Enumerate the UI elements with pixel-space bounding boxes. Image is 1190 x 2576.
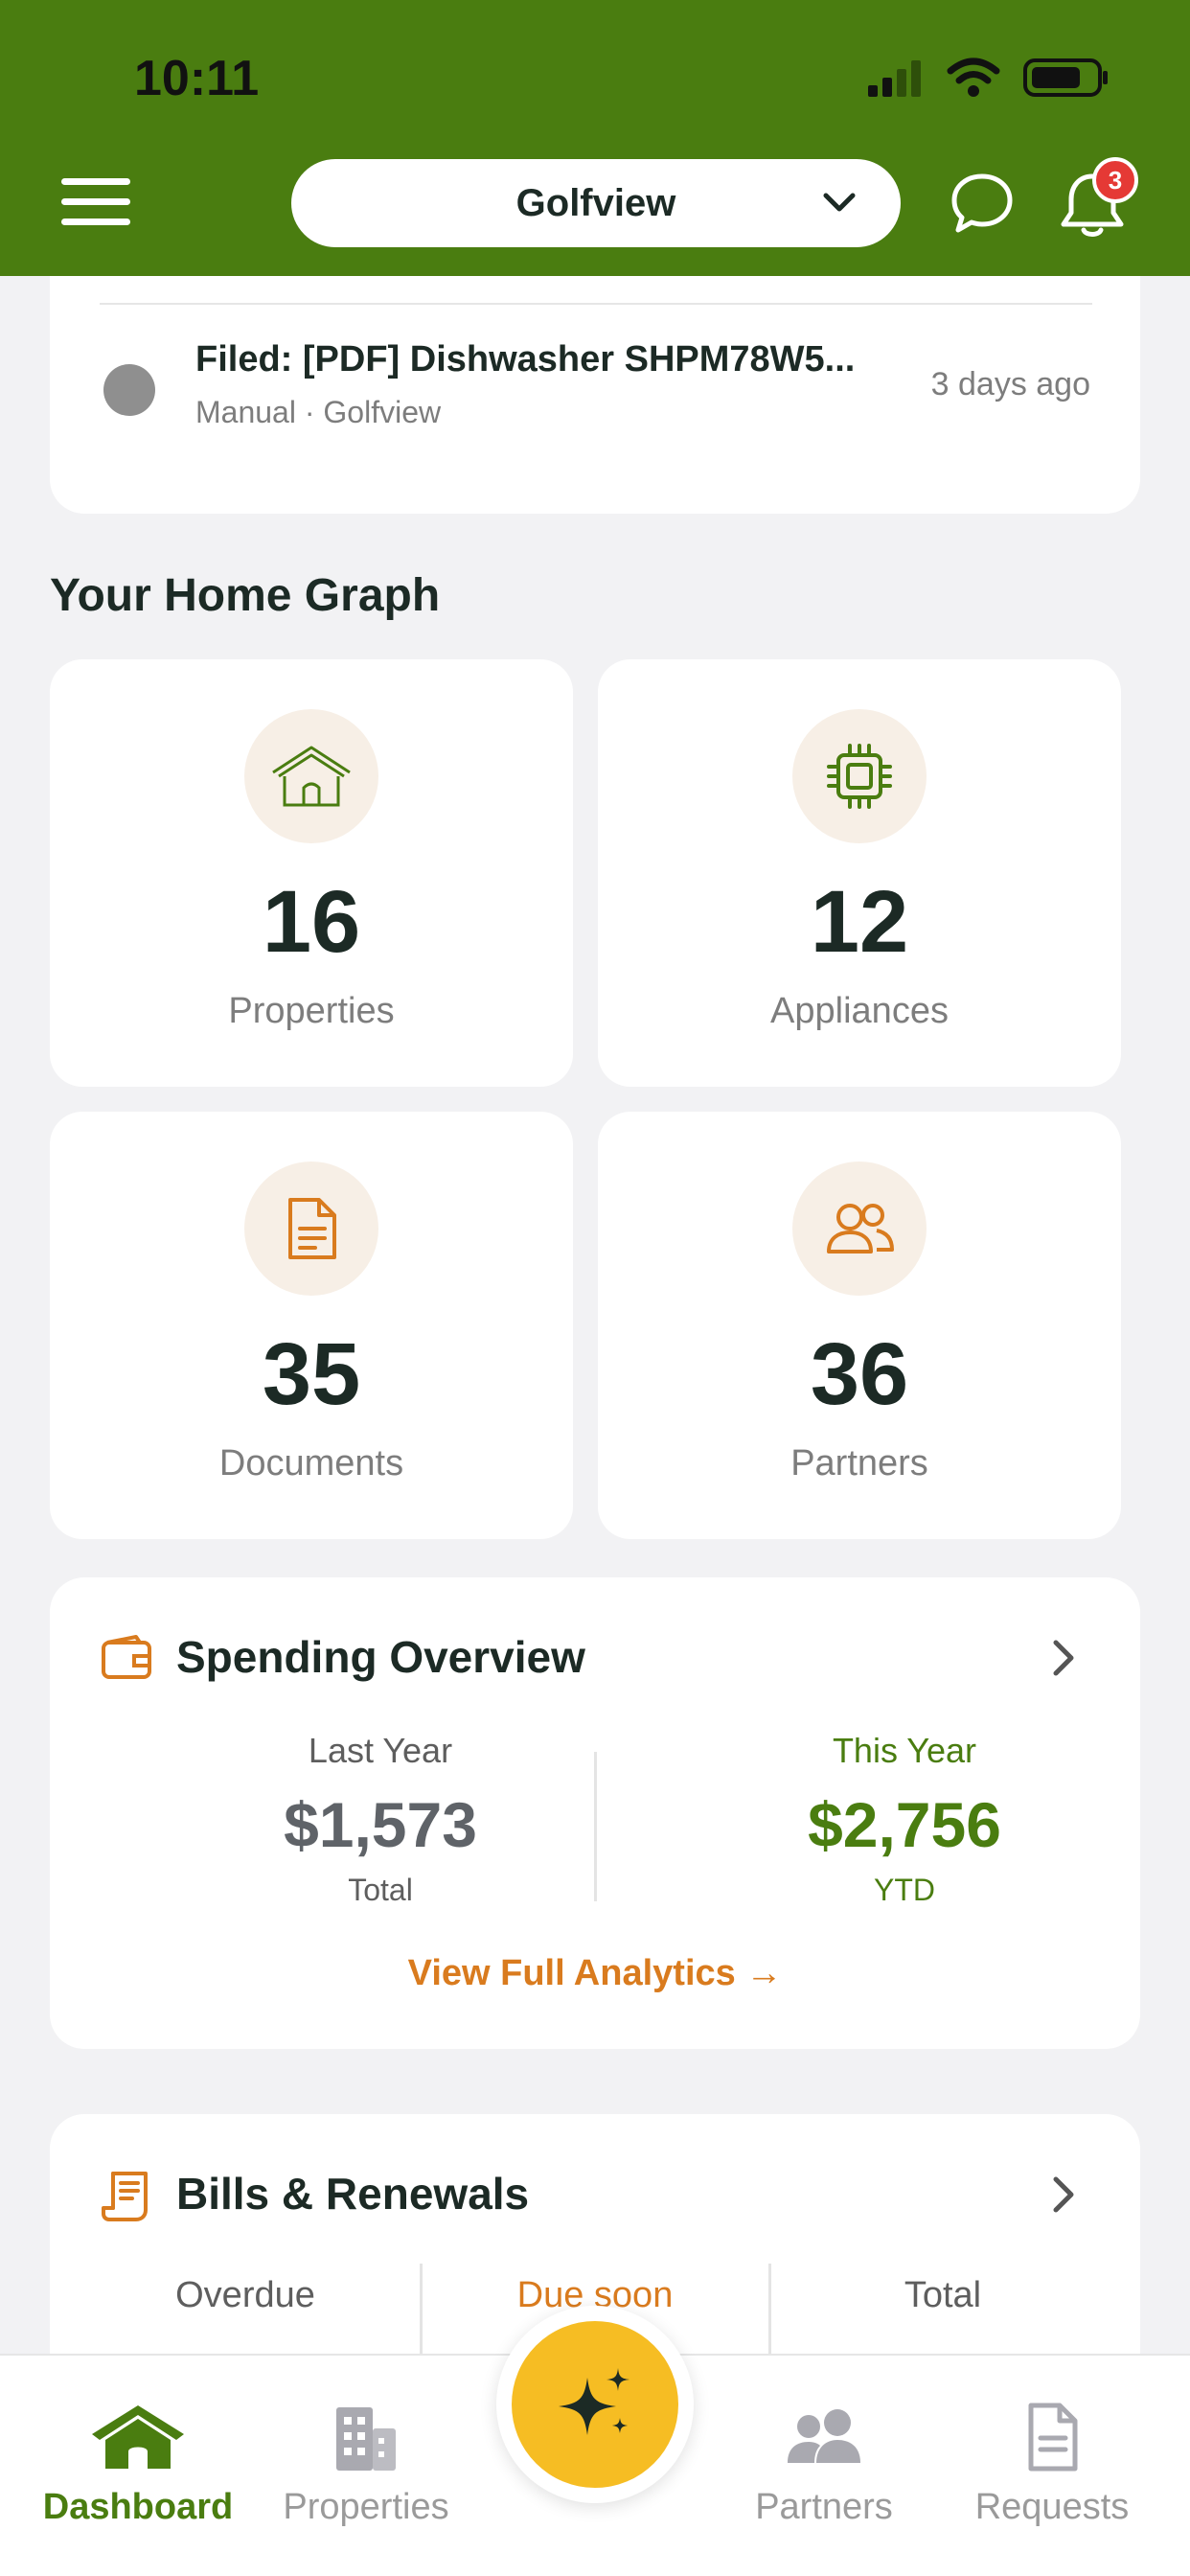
stat-label: Documents bbox=[218, 1443, 404, 1484]
recent-activity-card: Filed: [PDF] Dishwasher SHPM78W5... Manu… bbox=[50, 276, 1140, 514]
chevron-right-icon[interactable] bbox=[1050, 2174, 1079, 2216]
nav-requests[interactable]: Requests bbox=[937, 2402, 1167, 2528]
this-year-sub: YTD bbox=[874, 1873, 935, 1907]
stat-icon-wrap bbox=[792, 709, 927, 843]
nav-label: Requests bbox=[974, 2487, 1130, 2527]
nav-label: Dashboard bbox=[42, 2487, 234, 2527]
section-title-home-graph: Your Home Graph bbox=[50, 570, 441, 621]
chevron-right-icon[interactable] bbox=[1050, 1637, 1079, 1679]
property-selector[interactable]: Golfview bbox=[291, 159, 901, 247]
stat-icon-wrap bbox=[244, 709, 378, 843]
stat-value: 36 bbox=[810, 1325, 909, 1423]
people-icon bbox=[827, 1204, 894, 1254]
notification-badge: 3 bbox=[1092, 157, 1138, 203]
sparkles-icon bbox=[559, 2368, 629, 2435]
hamburger-icon bbox=[61, 178, 130, 185]
app-header: 10:11 Golfview 3 bbox=[0, 0, 1190, 276]
battery-icon bbox=[1023, 58, 1108, 97]
wallet-icon bbox=[102, 1635, 151, 1679]
this-year-label: This Year bbox=[832, 1731, 977, 1770]
nav-dashboard[interactable]: Dashboard bbox=[23, 2402, 253, 2528]
ai-assistant-button[interactable] bbox=[512, 2321, 678, 2488]
stat-label: Properties bbox=[228, 991, 395, 1031]
property-selector-label: Golfview bbox=[515, 181, 676, 224]
status-icons bbox=[866, 58, 1110, 98]
stat-value: 35 bbox=[262, 1325, 361, 1423]
nav-label: Partners bbox=[755, 2487, 893, 2527]
this-year-column: This Year $2,756 YTD bbox=[703, 1731, 1106, 1908]
cellular-signal-icon bbox=[868, 60, 921, 97]
last-year-column: Last Year $1,573 Total bbox=[179, 1731, 582, 1908]
activity-time: 3 days ago bbox=[930, 366, 1090, 402]
nav-properties[interactable]: Properties bbox=[251, 2402, 481, 2528]
stat-card-properties[interactable]: 16 Properties bbox=[50, 659, 573, 1087]
menu-button[interactable] bbox=[61, 178, 130, 226]
bills-col-total[interactable]: Total bbox=[770, 2275, 1115, 2316]
stat-card-documents[interactable]: 35 Documents bbox=[50, 1112, 573, 1539]
stat-icon-wrap bbox=[244, 1162, 378, 1296]
document-icon bbox=[288, 1198, 336, 1259]
stat-card-appliances[interactable]: 12 Appliances bbox=[598, 659, 1121, 1087]
status-time: 10:11 bbox=[134, 51, 260, 106]
this-year-amount: $2,756 bbox=[808, 1789, 1001, 1860]
stat-card-partners[interactable]: 36 Partners bbox=[598, 1112, 1121, 1539]
stat-value: 12 bbox=[810, 873, 909, 971]
spending-title: Spending Overview bbox=[176, 1632, 585, 1682]
clipboard-icon bbox=[1028, 2403, 1078, 2472]
receipt-icon bbox=[102, 2172, 148, 2221]
view-analytics-link[interactable]: View Full Analytics → bbox=[50, 1953, 1140, 1994]
chat-icon[interactable] bbox=[949, 171, 1016, 238]
nav-label: Properties bbox=[283, 2487, 449, 2527]
column-divider bbox=[594, 1752, 597, 1901]
last-year-amount: $1,573 bbox=[284, 1789, 477, 1860]
last-year-sub: Total bbox=[348, 1873, 413, 1907]
bills-col-overdue[interactable]: Overdue bbox=[73, 2275, 418, 2316]
partners-icon bbox=[788, 2409, 860, 2463]
nav-partners[interactable]: Partners bbox=[709, 2402, 939, 2528]
activity-title[interactable]: Filed: [PDF] Dishwasher SHPM78W5... bbox=[195, 339, 855, 380]
bills-title: Bills & Renewals bbox=[176, 2169, 530, 2219]
stat-label: Partners bbox=[790, 1443, 928, 1484]
chevron-down-icon bbox=[823, 193, 856, 212]
house-icon bbox=[272, 746, 351, 807]
stat-value: 16 bbox=[262, 873, 361, 971]
chip-icon bbox=[827, 744, 892, 809]
wifi-icon bbox=[947, 58, 1000, 97]
spending-overview-card[interactable]: Spending Overview Last Year $1,573 Total… bbox=[50, 1577, 1140, 2049]
stat-icon-wrap bbox=[792, 1162, 927, 1296]
hamburger-icon-line bbox=[61, 198, 130, 205]
activity-status-dot bbox=[103, 364, 155, 416]
building-icon bbox=[336, 2407, 396, 2471]
hamburger-icon-line bbox=[61, 218, 130, 225]
home-icon bbox=[92, 2405, 184, 2469]
last-year-label: Last Year bbox=[308, 1731, 453, 1770]
stat-label: Appliances bbox=[770, 991, 949, 1031]
activity-subtitle: Manual · Golfview bbox=[195, 395, 442, 429]
divider bbox=[100, 303, 1092, 305]
